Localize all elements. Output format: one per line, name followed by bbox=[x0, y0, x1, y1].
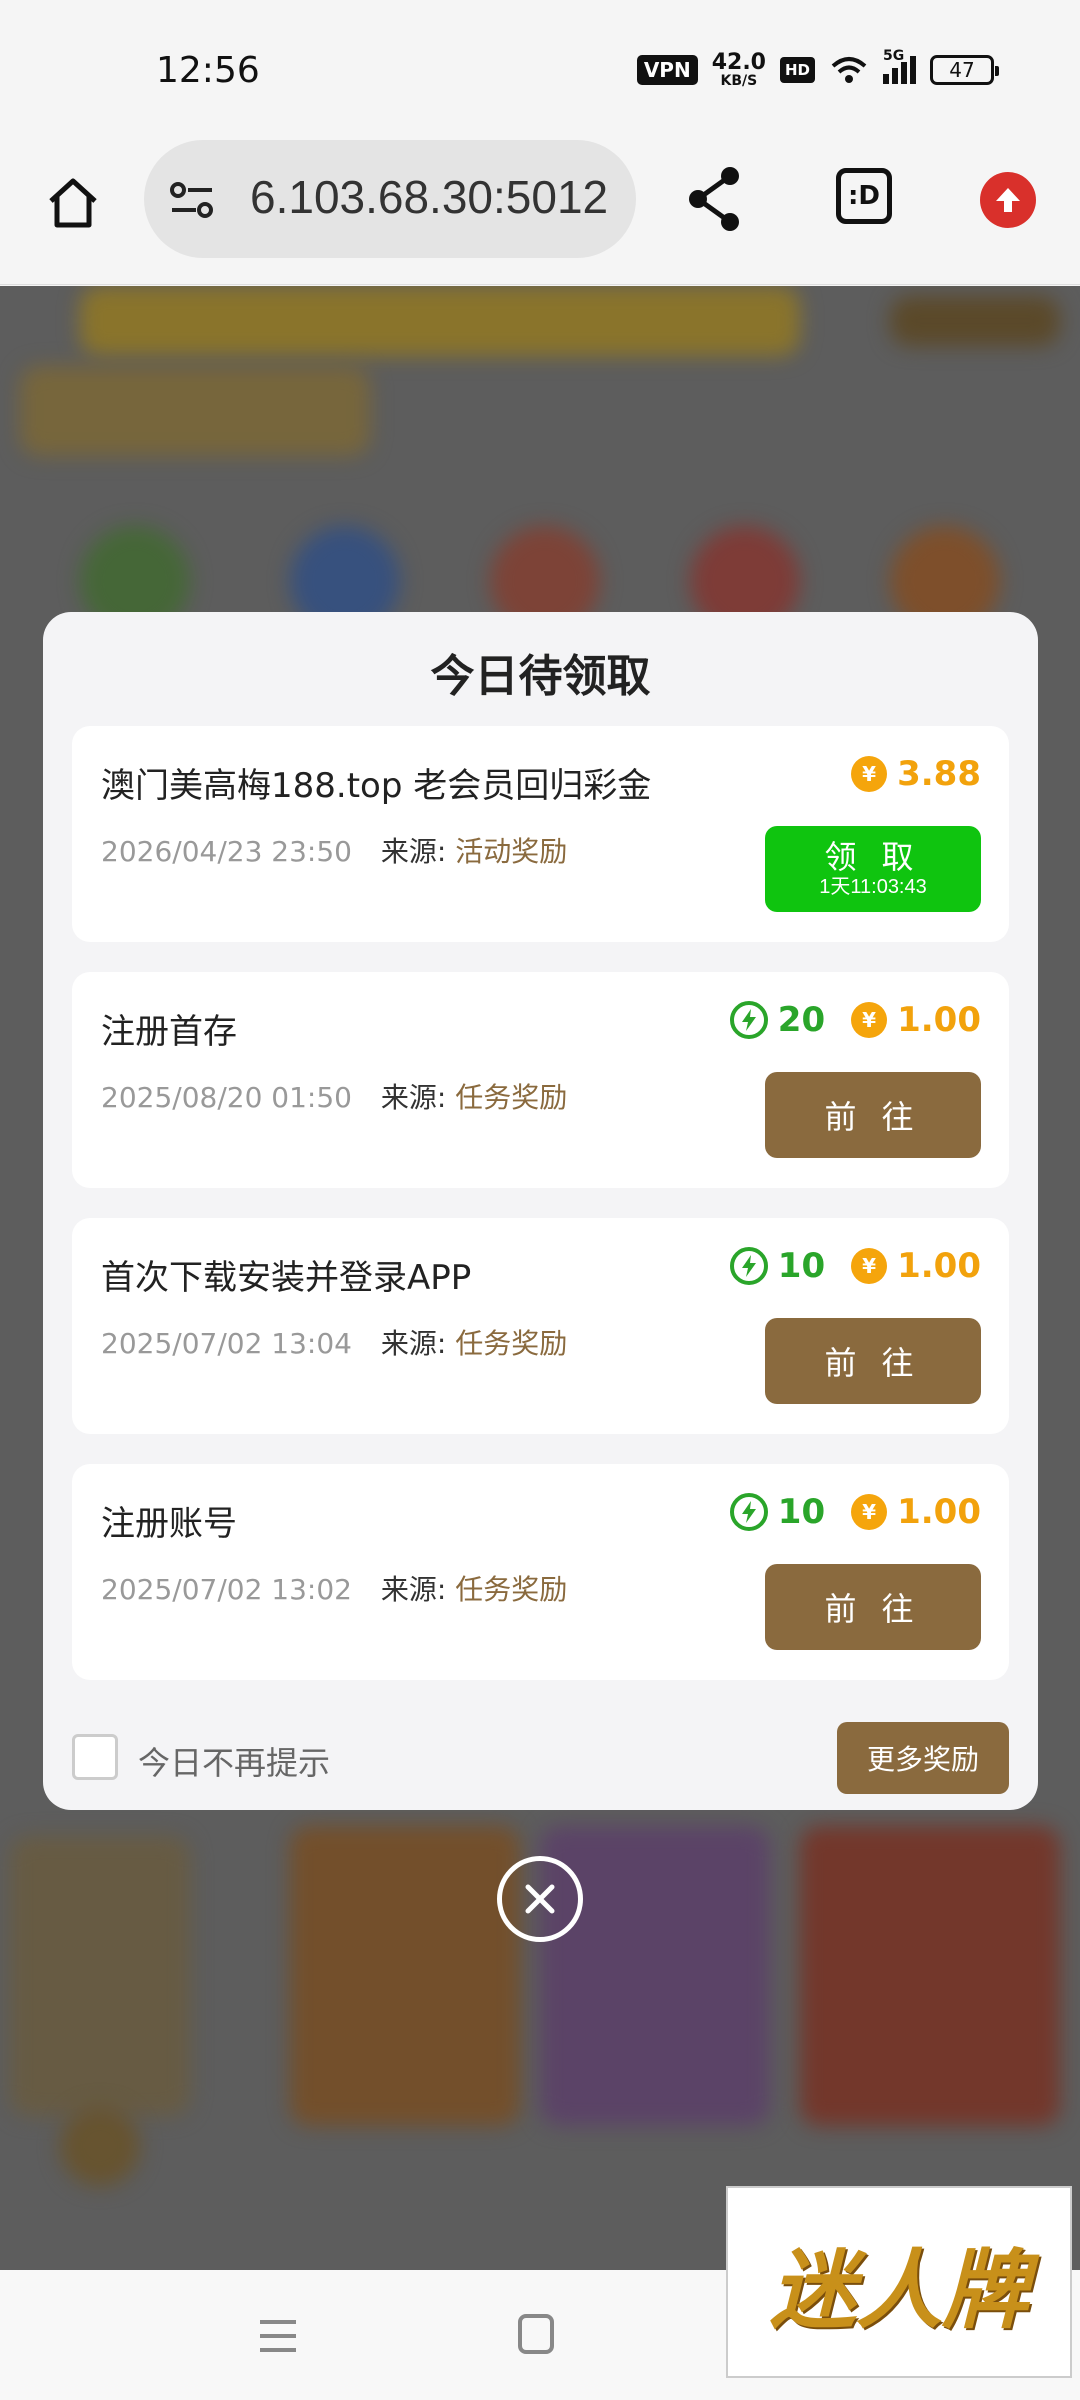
status-indicators: VPN 42.0 KB/S HD 5G 47 bbox=[636, 48, 999, 89]
energy-amount: 10 bbox=[777, 1246, 826, 1286]
share-button[interactable] bbox=[684, 164, 746, 234]
browser-toolbar: 6.103.68.30:5012 :D bbox=[0, 140, 1080, 285]
go-button[interactable]: 前 往 bbox=[765, 1072, 981, 1158]
wifi-icon bbox=[831, 57, 867, 83]
lightning-icon bbox=[729, 1001, 768, 1039]
arrow-up-icon bbox=[996, 188, 1020, 212]
reward-amounts: 20 ¥ 1.00 bbox=[729, 1000, 981, 1040]
claim-button[interactable]: 领 取 1天11:03:43 bbox=[765, 826, 981, 912]
reward-amounts: ¥ 3.88 bbox=[851, 754, 981, 794]
site-settings-icon[interactable] bbox=[168, 176, 216, 224]
task-source: 任务奖励 bbox=[455, 1327, 568, 1360]
reward-date: 2026/04/23 23:50 bbox=[101, 835, 352, 868]
task-card: 注册首存 2025/08/20 01:50 来源: 任务奖励 20 ¥ 1.00… bbox=[72, 972, 1009, 1188]
coin-amount: 1.00 bbox=[897, 1000, 981, 1040]
energy-reward: 10 bbox=[729, 1246, 826, 1286]
source-label: 来源: bbox=[380, 1573, 447, 1606]
reward-title: 澳门美高梅188.top 老会员回归彩金 bbox=[101, 766, 652, 806]
coin-icon: ¥ bbox=[851, 1002, 888, 1038]
more-rewards-button[interactable]: 更多奖励 bbox=[837, 1722, 1009, 1794]
task-date: 2025/07/02 13:02 bbox=[101, 1573, 352, 1606]
coin-amount: 1.00 bbox=[897, 1492, 981, 1532]
hd-icon: HD bbox=[779, 57, 815, 83]
task-title: 注册账号 bbox=[101, 1504, 237, 1544]
close-modal-button[interactable] bbox=[497, 1856, 583, 1942]
reward-amounts: 10 ¥ 1.00 bbox=[729, 1246, 981, 1286]
task-source: 任务奖励 bbox=[455, 1573, 568, 1606]
energy-reward: 20 bbox=[729, 1000, 826, 1040]
task-source: 任务奖励 bbox=[455, 1081, 568, 1114]
coin-amount: 1.00 bbox=[897, 1246, 981, 1286]
nav-home-icon[interactable] bbox=[518, 2314, 554, 2354]
net-speed-value: 42.0 bbox=[711, 50, 766, 75]
reward-card: 澳门美高梅188.top 老会员回归彩金 2026/04/23 23:50 来源… bbox=[72, 726, 1009, 942]
task-meta: 2025/07/02 13:04 来源: 任务奖励 bbox=[101, 1322, 567, 1362]
task-title: 注册首存 bbox=[101, 1012, 237, 1052]
task-card: 首次下载安装并登录APP 2025/07/02 13:04 来源: 任务奖励 1… bbox=[72, 1218, 1009, 1434]
claim-countdown: 1天11:03:43 bbox=[819, 876, 927, 899]
vpn-icon: VPN bbox=[636, 55, 698, 85]
coin-reward: ¥ 1.00 bbox=[851, 1000, 981, 1040]
energy-reward: 10 bbox=[729, 1492, 826, 1532]
watermark-logo: 迷人牌 bbox=[726, 2186, 1072, 2378]
close-icon bbox=[525, 1884, 555, 1914]
energy-amount: 20 bbox=[777, 1000, 826, 1040]
coin-icon: ¥ bbox=[851, 1494, 888, 1530]
coin-reward: ¥ 3.88 bbox=[851, 754, 981, 794]
task-card: 注册账号 2025/07/02 13:02 来源: 任务奖励 10 ¥ 1.00… bbox=[72, 1464, 1009, 1680]
reward-meta: 2026/04/23 23:50 来源: 活动奖励 bbox=[101, 830, 567, 870]
go-button[interactable]: 前 往 bbox=[765, 1318, 981, 1404]
status-time: 12:56 bbox=[156, 50, 260, 91]
network-type: 5G bbox=[883, 48, 905, 64]
task-title: 首次下载安装并登录APP bbox=[101, 1258, 472, 1298]
coin-icon: ¥ bbox=[851, 1248, 888, 1284]
coin-amount: 3.88 bbox=[897, 754, 981, 794]
task-date: 2025/07/02 13:04 bbox=[101, 1327, 352, 1360]
source-label: 来源: bbox=[380, 1081, 447, 1114]
task-meta: 2025/08/20 01:50 来源: 任务奖励 bbox=[101, 1076, 567, 1116]
home-icon bbox=[49, 178, 97, 228]
lightning-icon bbox=[729, 1493, 768, 1531]
url-text[interactable]: 6.103.68.30:5012 bbox=[250, 170, 608, 224]
claim-button-label: 领 取 bbox=[824, 838, 922, 875]
go-button[interactable]: 前 往 bbox=[765, 1564, 981, 1650]
recent-apps-icon[interactable] bbox=[258, 2316, 298, 2356]
tabs-button[interactable]: :D bbox=[836, 168, 892, 224]
coin-icon: ¥ bbox=[851, 756, 888, 792]
net-speed: 42.0 KB/S bbox=[711, 50, 766, 89]
battery-icon: 47 bbox=[930, 55, 999, 85]
source-label: 来源: bbox=[380, 1327, 447, 1360]
coin-reward: ¥ 1.00 bbox=[851, 1492, 981, 1532]
task-date: 2025/08/20 01:50 bbox=[101, 1081, 352, 1114]
coin-reward: ¥ 1.00 bbox=[851, 1246, 981, 1286]
dont-show-label[interactable]: 今日不再提示 bbox=[138, 1738, 330, 1784]
address-bar[interactable]: 6.103.68.30:5012 bbox=[144, 140, 636, 258]
energy-amount: 10 bbox=[777, 1492, 826, 1532]
dont-show-checkbox[interactable] bbox=[72, 1734, 118, 1780]
upgrade-button[interactable] bbox=[980, 172, 1036, 228]
home-button[interactable] bbox=[40, 170, 106, 236]
lightning-icon bbox=[729, 1247, 768, 1285]
source-label: 来源: bbox=[380, 835, 447, 868]
watermark-text: 迷人牌 bbox=[770, 2239, 1028, 2341]
status-bar: 12:56 VPN 42.0 KB/S HD 5G 47 bbox=[0, 0, 1080, 140]
task-meta: 2025/07/02 13:02 来源: 任务奖励 bbox=[101, 1568, 567, 1608]
signal-icon: 5G bbox=[883, 48, 916, 84]
share-icon bbox=[689, 167, 739, 231]
reward-amounts: 10 ¥ 1.00 bbox=[729, 1492, 981, 1532]
modal-footer: 今日不再提示 更多奖励 bbox=[72, 1722, 1009, 1794]
reward-source: 活动奖励 bbox=[455, 835, 568, 868]
net-speed-unit: KB/S bbox=[720, 73, 758, 89]
modal-title: 今日待领取 bbox=[430, 651, 651, 702]
pending-rewards-modal: 今日待领取 澳门美高梅188.top 老会员回归彩金 2026/04/23 23… bbox=[43, 612, 1038, 1810]
